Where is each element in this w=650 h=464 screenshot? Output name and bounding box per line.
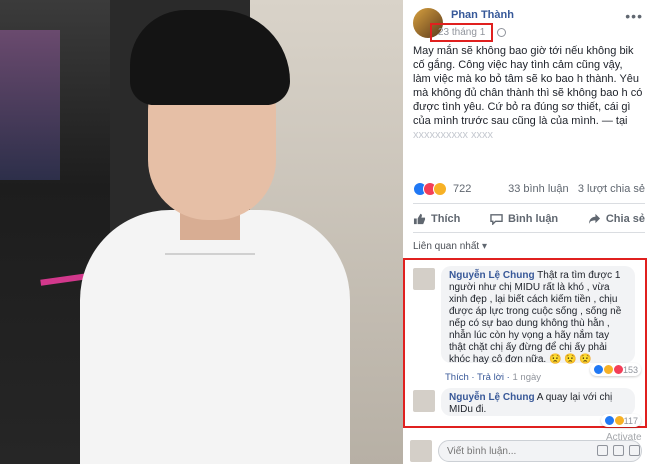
share-icon: [588, 213, 600, 225]
comment-time[interactable]: 1 ngày: [513, 372, 542, 383]
haha-reaction-icon: [433, 182, 447, 196]
highlighted-comments: Nguyễn Lệ Chung Thật ra tìm được 1 người…: [403, 258, 647, 428]
more-options-icon[interactable]: •••: [625, 8, 643, 24]
emoji-icon[interactable]: [597, 445, 608, 456]
comment-label: Bình luận: [508, 213, 559, 225]
post-photo[interactable]: [0, 0, 403, 464]
activate-watermark: Activate: [606, 432, 642, 443]
post-header: Phan Thành 23 tháng 1 •••: [413, 6, 643, 42]
comment-input-icons: [597, 445, 640, 456]
reaction-icons: [413, 182, 447, 196]
comments-count[interactable]: 33 bình luận: [508, 183, 569, 195]
author-name[interactable]: Phan Thành: [451, 9, 514, 21]
commenter-name[interactable]: Nguyễn Lệ Chung: [449, 270, 535, 281]
comment-like-link[interactable]: Thích: [445, 372, 469, 383]
comment-button[interactable]: Bình luận: [490, 208, 558, 230]
gif-icon[interactable]: [629, 445, 640, 456]
post-timestamp[interactable]: 23 tháng 1: [430, 23, 494, 42]
commenter-name[interactable]: Nguyễn Lệ Chung: [449, 392, 535, 403]
comment-meta: Thích · Trả lời · 1 ngày: [445, 372, 542, 383]
comment-reactions[interactable]: 153: [589, 363, 641, 376]
shares-count[interactable]: 3 lượt chia sẻ: [578, 183, 645, 195]
reactions-bar[interactable]: 722 33 bình luận 3 lượt chia sẻ: [413, 182, 645, 198]
car-window: [0, 30, 60, 180]
location-blurred[interactable]: xxxxxxxxxx xxxx: [413, 129, 493, 141]
post-counts: 33 bình luận 3 lượt chia sẻ: [508, 183, 645, 195]
share-button[interactable]: Chia sẻ: [588, 208, 645, 230]
reaction-count[interactable]: 722: [453, 183, 471, 195]
camera-icon[interactable]: [613, 445, 624, 456]
comment-bubble: Nguyễn Lệ Chung Thật ra tìm được 1 người…: [441, 266, 635, 365]
comment-reactions[interactable]: 117: [600, 414, 641, 427]
divider: [413, 203, 645, 204]
comment-bubble: Nguyễn Lệ Chung A quay lại với chị MIDu …: [441, 388, 635, 416]
post-body: May mắn sẽ không bao giờ tới nếu không b…: [413, 45, 643, 127]
comment-text: Thật ra tìm được 1 người như chị MIDU rấ…: [449, 270, 622, 365]
commenter-avatar[interactable]: [413, 268, 435, 290]
globe-icon: [497, 28, 506, 37]
share-label: Chia sẻ: [605, 213, 645, 225]
commenter-avatar[interactable]: [413, 390, 435, 412]
comment-sort-dropdown[interactable]: Liên quan nhất ▾: [413, 241, 487, 252]
divider: [413, 232, 645, 233]
comment-reply-link[interactable]: Trả lời: [477, 372, 504, 383]
sort-label: Liên quan nhất: [413, 241, 480, 252]
post-text: May mắn sẽ không bao giờ tới nếu không b…: [413, 44, 643, 142]
comment-reaction-count: 153: [622, 364, 638, 375]
thumbs-up-icon: [413, 213, 426, 225]
like-label: Thích: [431, 213, 461, 225]
like-button[interactable]: Thích: [413, 208, 460, 230]
action-bar: Thích Bình luận Chia sẻ: [413, 208, 645, 230]
chevron-down-icon: ▾: [481, 241, 487, 252]
like-reaction-icon: [603, 415, 615, 426]
comment-icon: [490, 214, 503, 225]
current-user-avatar: [410, 440, 432, 462]
comment-reaction-count: 117: [623, 415, 638, 426]
write-comment-row: [410, 440, 646, 462]
